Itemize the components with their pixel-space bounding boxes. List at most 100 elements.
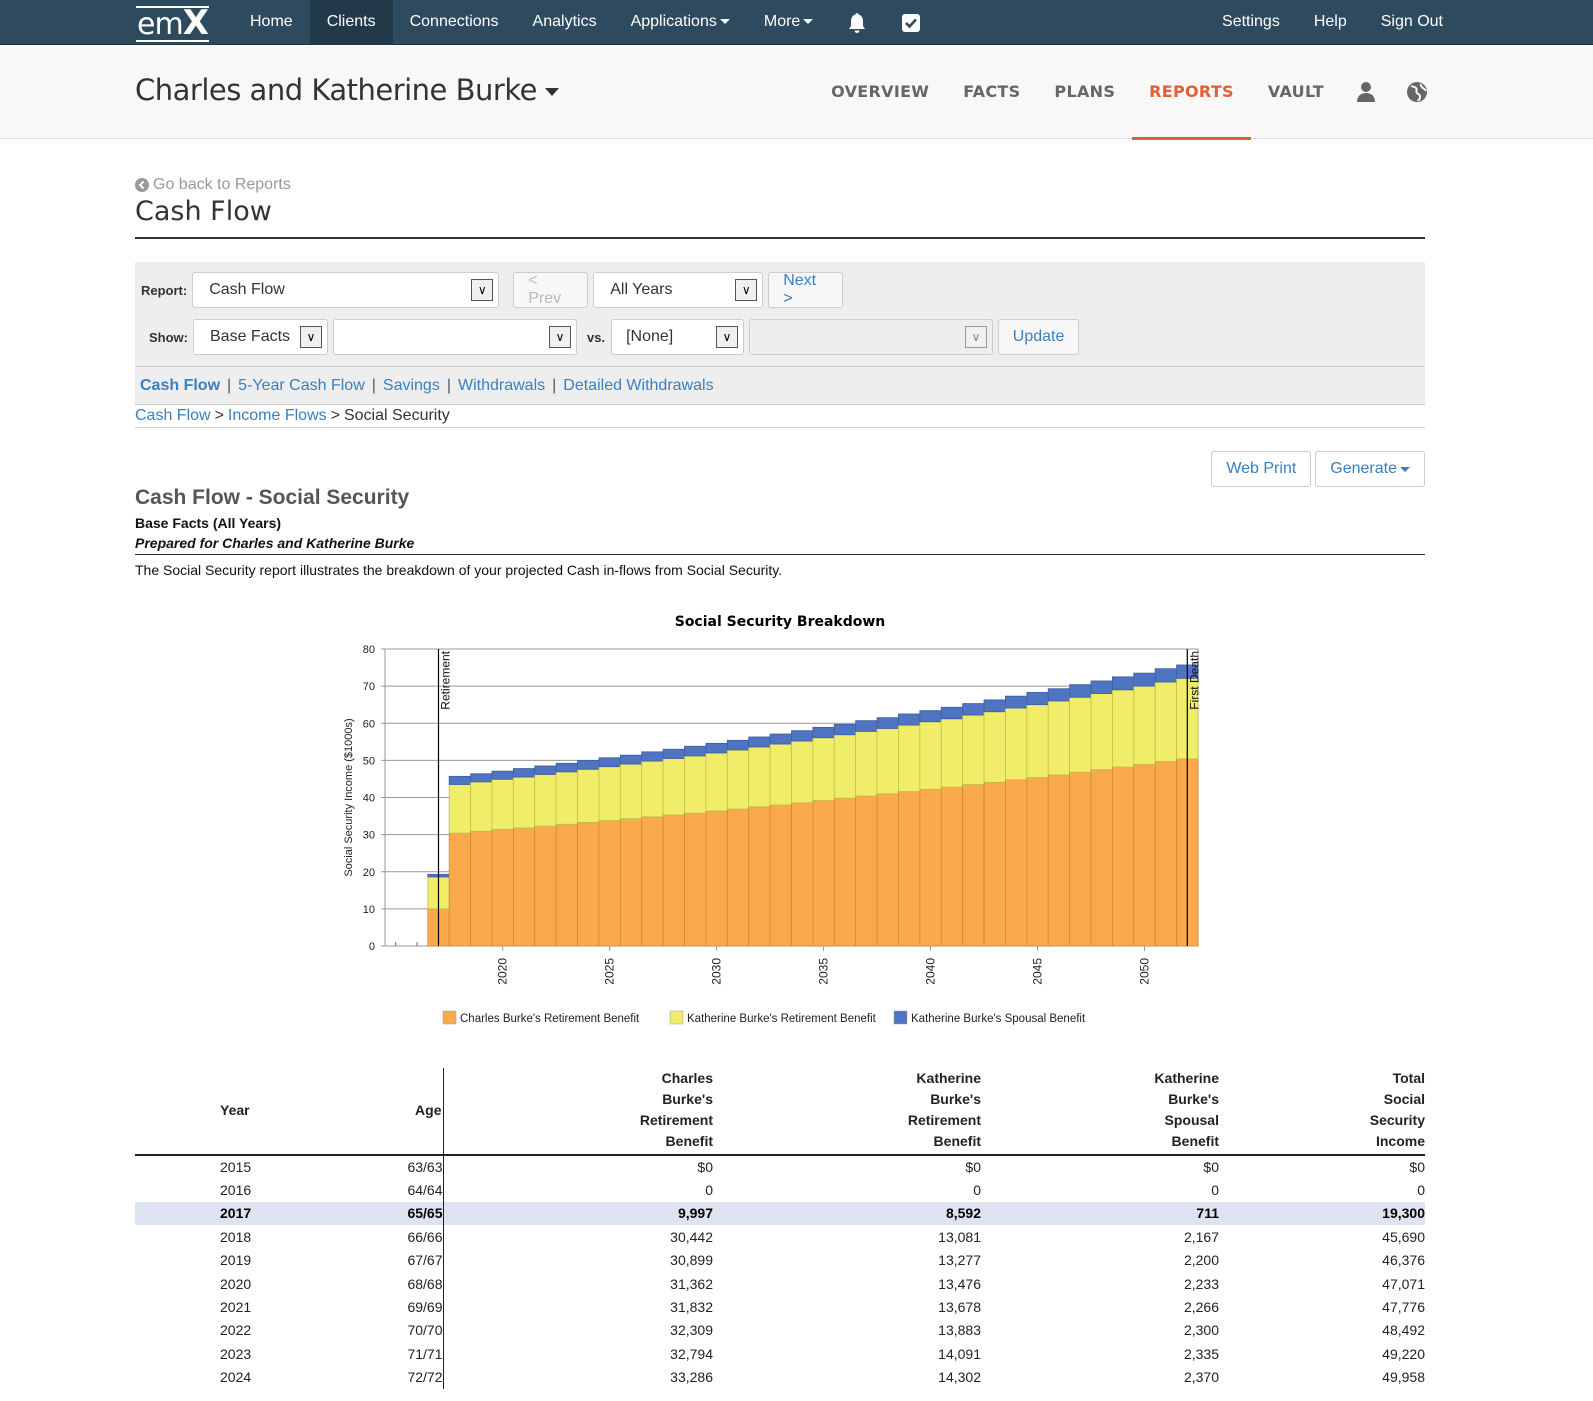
breadcrumb-cash-flow[interactable]: Cash Flow <box>135 407 211 425</box>
years-select[interactable]: All Years ∨ <box>593 272 764 308</box>
column-header: Year <box>135 1068 335 1156</box>
bar-segment <box>598 757 621 768</box>
y-tick-label: 20 <box>363 867 375 879</box>
nav-connections[interactable]: Connections <box>393 0 516 45</box>
bar-segment <box>962 714 985 785</box>
report-select[interactable]: Cash Flow ∨ <box>192 272 500 308</box>
bar-segment <box>1154 681 1178 762</box>
x-tick-label: 2040 <box>924 958 938 985</box>
bar-segment <box>555 762 578 773</box>
bar-segment <box>812 737 835 801</box>
bar-segment <box>962 784 985 947</box>
x-tick-label: 2020 <box>496 958 510 985</box>
column-header-line: Burke's <box>1168 1091 1219 1107</box>
social-security-table: Year Age Charles Burke's Retirement Benefit Ka… <box>135 1068 1425 1389</box>
nav-clients[interactable]: Clients <box>309 0 393 45</box>
nav-more-dropdown[interactable]: More <box>747 0 830 45</box>
caret-down-icon <box>803 19 814 25</box>
vs-select-value: [None] <box>626 328 674 345</box>
tab-facts[interactable]: FACTS <box>946 45 1037 139</box>
cell-year: 2019 <box>220 1252 252 1269</box>
breadcrumb-separator: > <box>330 407 340 424</box>
bar-segment <box>1047 774 1071 947</box>
tasks-button[interactable] <box>884 0 938 45</box>
y-tick-label: 0 <box>369 941 375 953</box>
table-row: 2015 63/63 $0 $0 $0 $0 <box>135 1155 1425 1179</box>
nav-analytics[interactable]: Analytics <box>516 0 614 45</box>
bar-segment <box>812 800 835 947</box>
cell-charles: 30,899 <box>670 1252 713 1269</box>
cell-charles: 30,442 <box>670 1228 713 1245</box>
update-button[interactable]: Update <box>998 319 1080 355</box>
notifications-button[interactable] <box>830 0 884 45</box>
report-description: The Social Security report illustrates t… <box>135 562 783 578</box>
report-type-links: Cash Flow | 5-Year Cash Flow | Savings | Wi… <box>135 366 1425 404</box>
bar-segment <box>1005 695 1028 709</box>
nav-applications-dropdown[interactable]: Applications <box>614 0 747 45</box>
breadcrumb-income-flows[interactable]: Income Flows <box>228 407 327 425</box>
cell-year: 2016 <box>220 1182 252 1199</box>
web-print-button[interactable]: Web Print <box>1211 451 1312 487</box>
cell-total: 0 <box>1417 1182 1425 1199</box>
link-5-year-cash-flow[interactable]: 5-Year Cash Flow <box>238 377 365 395</box>
client-selector[interactable]: Charles and Katherine Burke <box>135 73 559 107</box>
tab-overview[interactable]: OVERVIEW <box>814 45 946 139</box>
link-detailed-withdrawals[interactable]: Detailed Withdrawals <box>563 377 713 395</box>
column-header: Charles Burke's Retirement Benefit <box>443 1068 713 1156</box>
tab-vault[interactable]: VAULT <box>1251 45 1341 139</box>
bar-segment <box>662 758 685 816</box>
x-tick-label: 2050 <box>1138 958 1152 985</box>
vs-select[interactable]: [None] ∨ <box>611 319 745 355</box>
annotation-label: First Death <box>1187 651 1201 710</box>
bar-segment <box>1005 779 1028 947</box>
bar-segment <box>619 763 643 820</box>
cell-spousal: 0 <box>1211 1182 1219 1199</box>
nav-home[interactable]: Home <box>233 0 310 45</box>
show-detail-select[interactable]: ∨ <box>333 319 577 355</box>
bar-segment <box>791 802 814 947</box>
cell-year: 2023 <box>220 1345 252 1362</box>
cell-spousal: 2,233 <box>1183 1275 1219 1292</box>
column-header-line: Spousal <box>1164 1112 1219 1128</box>
cell-spousal: 2,370 <box>1183 1369 1219 1386</box>
user-icon <box>1357 82 1375 102</box>
bar-segment <box>855 720 878 732</box>
cell-katherine: 14,091 <box>938 1345 981 1362</box>
bar-segment <box>1069 771 1092 947</box>
checkbox-icon <box>902 13 921 32</box>
social-security-chart: Social Security Breakdown 0 10 20 30 40 50 60 7… <box>330 610 1230 1040</box>
bar-segment <box>1047 700 1071 776</box>
bar-segment <box>491 829 514 947</box>
bar-segment <box>1112 766 1135 947</box>
show-select[interactable]: Base Facts ∨ <box>193 319 328 355</box>
next-button[interactable]: Next > <box>768 272 844 308</box>
bar-segment <box>684 812 707 947</box>
nav-settings[interactable]: Settings <box>1188 0 1280 45</box>
link-savings[interactable]: Savings <box>383 377 440 395</box>
prev-button[interactable]: < Prev <box>513 272 589 308</box>
link-withdrawals[interactable]: Withdrawals <box>458 377 545 395</box>
generate-dropdown-button[interactable]: Generate <box>1315 451 1425 487</box>
bell-icon <box>849 12 866 33</box>
tab-plans[interactable]: PLANS <box>1037 45 1132 139</box>
y-tick-label: 50 <box>363 755 375 767</box>
cell-spousal: 2,200 <box>1183 1252 1219 1269</box>
column-header-line: Benefit <box>1171 1133 1219 1149</box>
bar-segment <box>1090 769 1113 947</box>
nav-sign-out[interactable]: Sign Out <box>1347 0 1443 45</box>
back-to-reports-link[interactable]: Go back to Reports <box>135 176 1425 194</box>
emx-logo[interactable]: emX <box>136 6 209 42</box>
bar-segment <box>876 793 899 947</box>
profile-button[interactable] <box>1341 45 1391 139</box>
vs-detail-select[interactable]: ∨ <box>749 319 994 355</box>
chevron-down-icon: ∨ <box>965 326 988 348</box>
link-cash-flow[interactable]: Cash Flow <box>140 377 220 395</box>
tab-reports[interactable]: REPORTS <box>1132 45 1251 140</box>
bar-segment <box>1026 692 1049 706</box>
cell-charles: 32,309 <box>670 1322 713 1339</box>
nav-help[interactable]: Help <box>1280 0 1347 45</box>
table-row: 2018 66/66 30,442 13,081 2,167 45,690 <box>135 1225 1425 1249</box>
bar-segment <box>1090 693 1113 771</box>
globe-button[interactable] <box>1391 45 1443 139</box>
table-body: 2015 63/63 $0 $0 $0 $0 2016 64/64 0 0 0 0 2017 65/65 9… <box>135 1155 1425 1389</box>
